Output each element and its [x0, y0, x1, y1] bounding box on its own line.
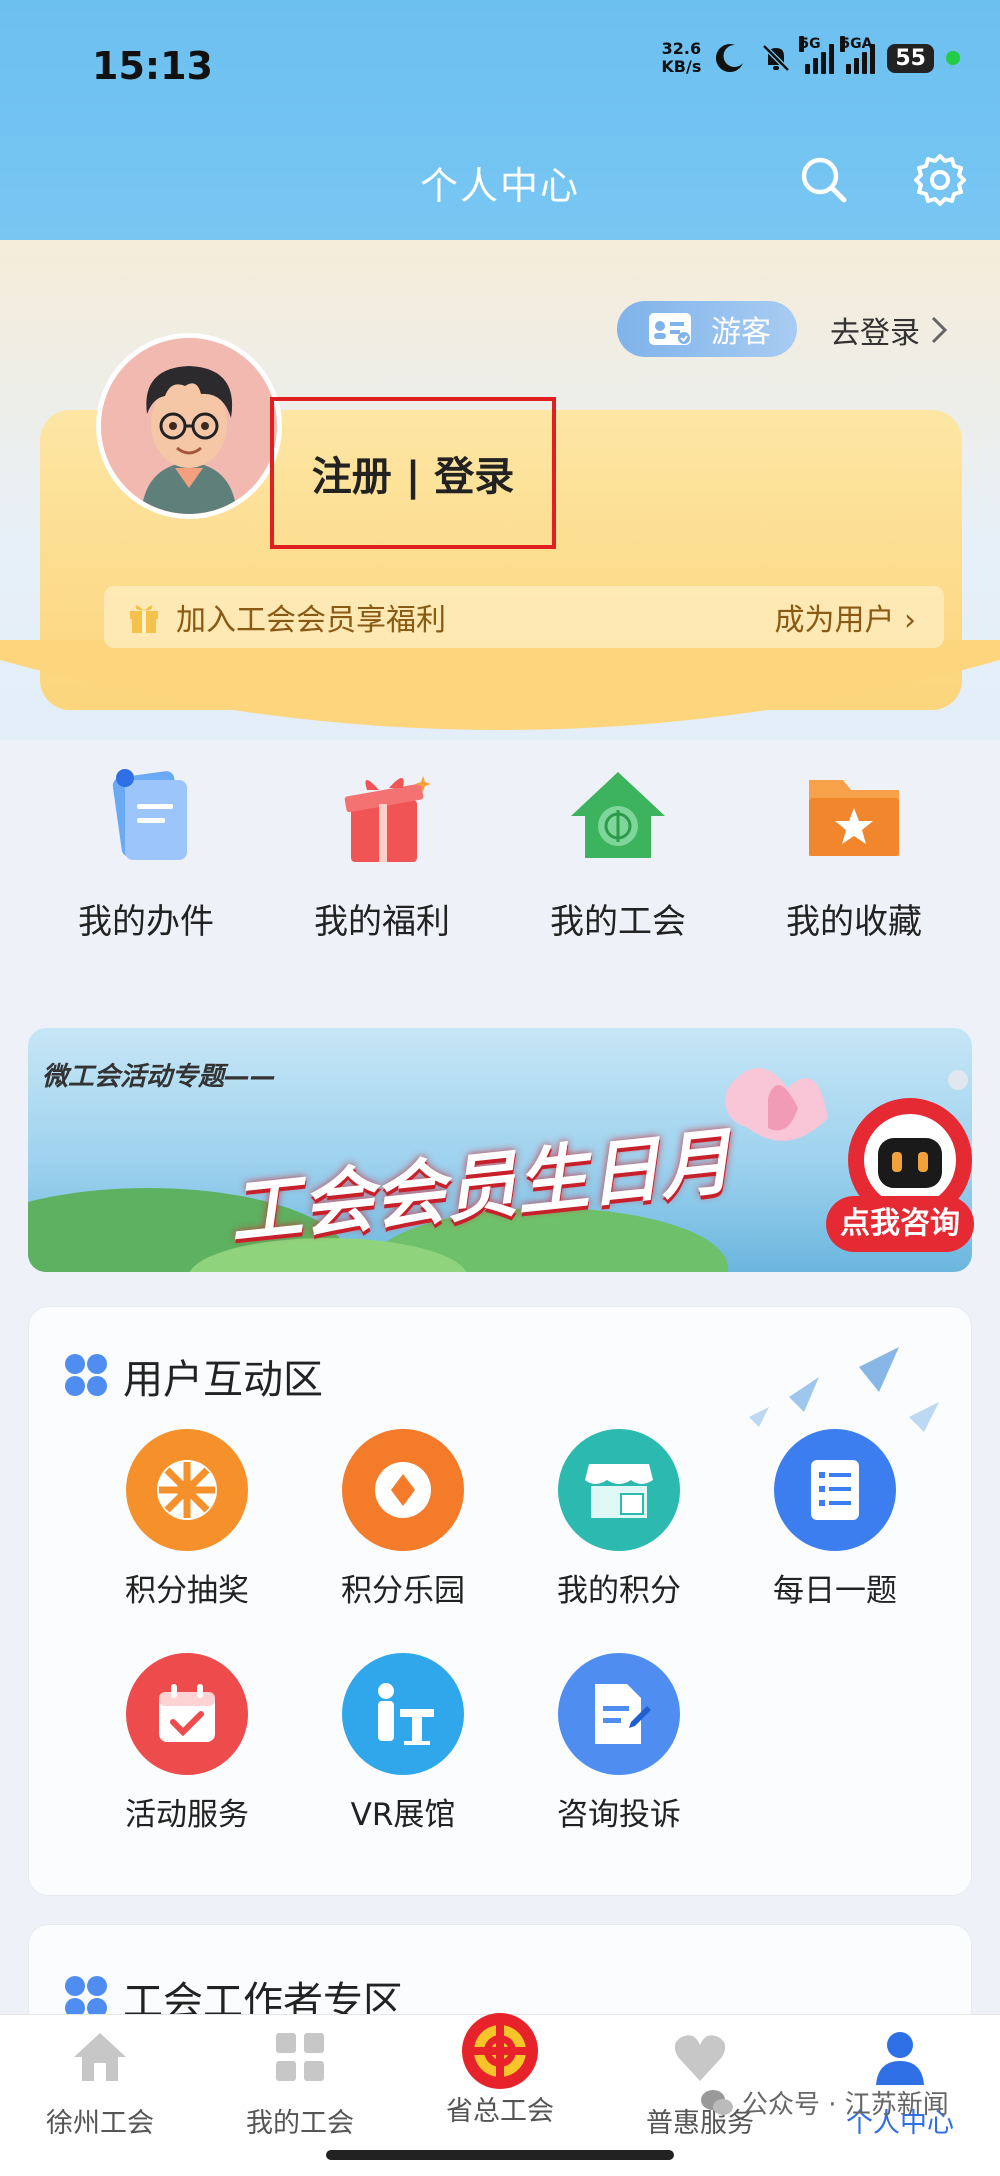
goto-login-link[interactable]: 去登录 — [830, 308, 948, 352]
mute-bell-icon — [762, 44, 791, 72]
grid-icon — [276, 2033, 324, 2081]
consult-doc-icon — [558, 1653, 680, 1775]
become-user-link[interactable]: 成为用户 › — [774, 595, 916, 639]
gear-icon[interactable] — [912, 152, 968, 208]
interaction-item-lottery[interactable]: 积分抽奖 — [107, 1429, 267, 1610]
interaction-label: 我的积分 — [557, 1573, 681, 1609]
nav-provincial-union[interactable]: 省总工会 — [400, 2013, 600, 2128]
shop-icon — [558, 1429, 680, 1551]
avatar[interactable] — [96, 333, 282, 519]
guest-badge: 游客 — [617, 301, 797, 357]
banner-subtitle: 微工会活动专题—— — [42, 1062, 277, 1092]
quick-label: 我的福利 — [314, 902, 450, 942]
interaction-item-my-points[interactable]: 我的积分 — [539, 1429, 699, 1610]
quick-label: 我的办件 — [78, 902, 214, 942]
speed-unit: KB/s — [661, 57, 702, 76]
quick-item-my-favorites[interactable]: 我的收藏 — [736, 760, 972, 943]
interaction-item-daily-question[interactable]: 每日一题 — [755, 1429, 915, 1610]
join-union-banner[interactable]: 加入工会会员享福利 成为用户 › — [104, 586, 944, 648]
document-icon — [112, 769, 187, 860]
network-speed: 32.6 KB/s — [661, 40, 701, 76]
status-bar: 15:13 32.6 KB/s 5G 5GA 55 — [0, 30, 1000, 100]
union-emblem-icon — [462, 2013, 538, 2089]
quick-access-grid: 我的办件 我的福利 我的工会 我的收藏 — [0, 760, 1000, 960]
nav-my-union[interactable]: 我的工会 — [200, 2027, 400, 2140]
status-time: 15:13 — [92, 44, 213, 88]
watermark: 公众号 · 江苏新闻 — [700, 2084, 949, 2121]
nav-xuzhou-union[interactable]: 徐州工会 — [0, 2027, 200, 2140]
lottery-wheel-icon — [126, 1429, 248, 1551]
quick-item-my-union[interactable]: 我的工会 — [500, 760, 736, 943]
interaction-item-points-park[interactable]: 积分乐园 — [323, 1429, 483, 1610]
user-interaction-section: 用户互动区 积分抽奖 积分乐园 我的积分 每日一题 活动服务 VR展馆 咨询投诉 — [28, 1306, 972, 1896]
join-text: 加入工会会员享福利 — [176, 603, 446, 638]
top-header: 15:13 32.6 KB/s 5G 5GA 55 个人中心 — [0, 0, 1000, 240]
id-card-icon — [649, 313, 691, 345]
heart-icon — [674, 2035, 726, 2081]
section-title: 用户互动区 — [123, 1357, 323, 1403]
guest-label: 游客 — [711, 315, 771, 350]
nav-label: 省总工会 — [446, 2096, 554, 2127]
coin-icon — [342, 1429, 464, 1551]
signal-5g-icon: 5G — [799, 36, 835, 74]
moon-icon — [716, 44, 744, 73]
battery-indicator: 55 — [887, 43, 934, 73]
union-house-icon — [571, 772, 665, 858]
calendar-check-icon — [126, 1653, 248, 1775]
signal-5ga-icon: 5GA — [840, 36, 876, 74]
checklist-icon — [774, 1429, 896, 1551]
card-wave-edge — [0, 640, 1000, 730]
vr-exhibit-icon — [342, 1653, 464, 1775]
nav-label: 我的工会 — [246, 2108, 354, 2139]
interaction-label: 积分乐园 — [341, 1573, 465, 1609]
register-login-label: 注册 | 登录 — [311, 454, 515, 500]
interaction-label: 活动服务 — [125, 1797, 249, 1833]
avatar-illustration — [101, 338, 277, 514]
active-dot — [946, 51, 960, 65]
gift-icon — [344, 776, 431, 862]
home-icon — [74, 2033, 126, 2081]
watermark-text: 公众号 · 江苏新闻 — [742, 2090, 949, 2120]
status-icons: 32.6 KB/s 5G 5GA 55 — [661, 36, 960, 76]
interaction-item-vr-hall[interactable]: VR展馆 — [323, 1653, 483, 1834]
speed-value: 32.6 — [661, 39, 702, 58]
gift-small-icon — [130, 605, 158, 633]
interaction-label: 积分抽奖 — [125, 1573, 249, 1609]
section-header: 用户互动区 — [65, 1347, 323, 1405]
wechat-icon — [701, 2089, 733, 2115]
person-icon — [876, 2032, 924, 2085]
interaction-label: VR展馆 — [350, 1797, 456, 1833]
nav-label: 徐州工会 — [46, 2108, 154, 2139]
clover-icon — [65, 1354, 109, 1398]
interaction-item-consult-complaint[interactable]: 咨询投诉 — [539, 1653, 699, 1834]
home-indicator[interactable] — [326, 2150, 674, 2160]
goto-login-label: 去登录 — [830, 316, 920, 351]
quick-item-my-welfare[interactable]: 我的福利 — [264, 760, 500, 943]
consult-button[interactable]: 点我咨询 — [826, 1196, 974, 1252]
interaction-label: 每日一题 — [773, 1573, 897, 1609]
interaction-label: 咨询投诉 — [557, 1797, 681, 1833]
quick-item-my-tasks[interactable]: 我的办件 — [28, 760, 264, 943]
search-icon[interactable] — [796, 152, 852, 208]
interaction-item-activity-service[interactable]: 活动服务 — [107, 1653, 267, 1834]
register-login-button[interactable]: 注册 | 登录 — [270, 397, 556, 549]
folder-star-icon — [809, 780, 899, 856]
quick-label: 我的收藏 — [786, 902, 922, 942]
chevron-right-icon — [931, 316, 948, 344]
quick-label: 我的工会 — [550, 902, 686, 942]
